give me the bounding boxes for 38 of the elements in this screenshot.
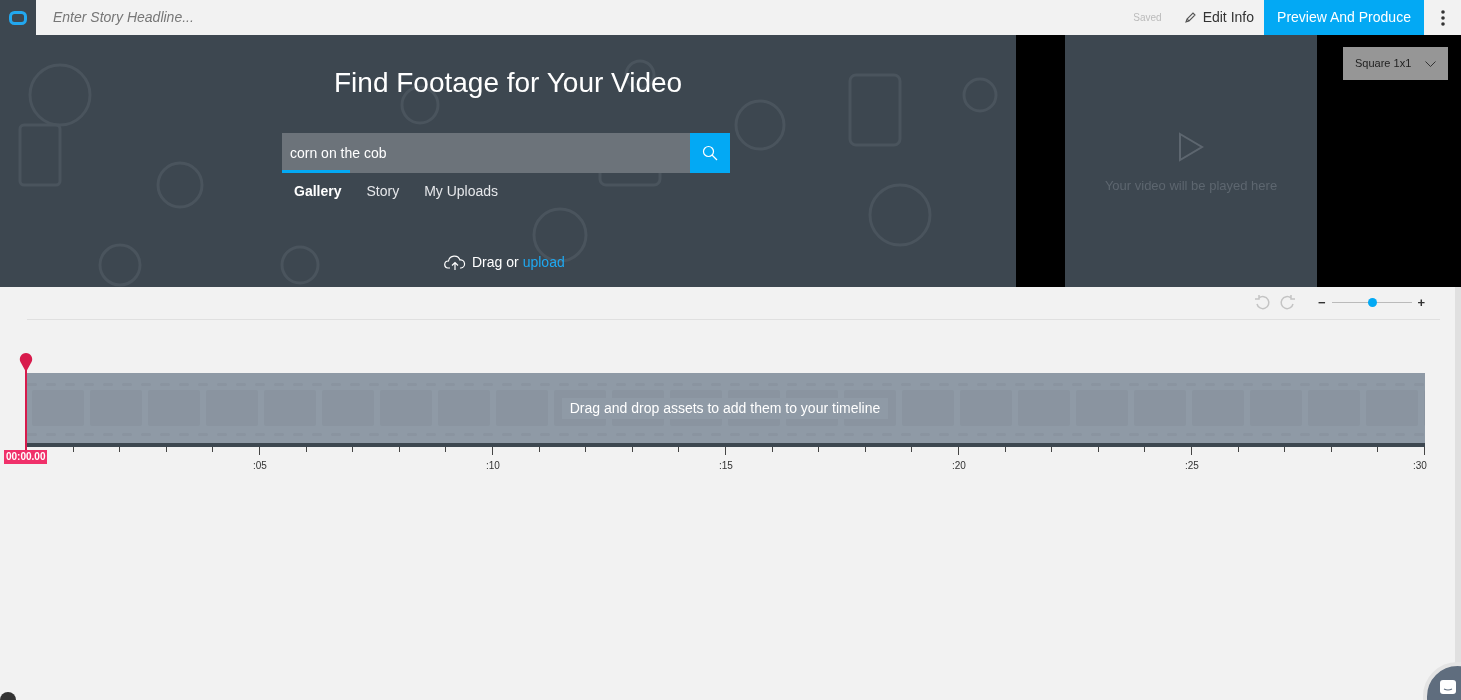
search-tab[interactable]: Gallery <box>294 181 342 202</box>
info-icon[interactable] <box>0 692 16 700</box>
more-icon <box>1440 9 1445 26</box>
search-tab[interactable]: My Uploads <box>424 181 499 202</box>
search-icon <box>702 145 718 161</box>
logo-tile[interactable] <box>0 0 36 35</box>
time-label: :05 <box>253 459 267 473</box>
time-label: :20 <box>952 459 966 473</box>
logo-icon <box>9 10 27 25</box>
headline-field[interactable]: Enter Story Headline... <box>53 0 653 35</box>
tab-underline <box>282 170 350 173</box>
search-field[interactable]: corn on the cob <box>282 133 690 173</box>
upload-link[interactable]: upload <box>522 252 565 273</box>
search-tab[interactable]: Story <box>366 181 400 202</box>
time-label: :10 <box>486 459 500 473</box>
playhead-pin-icon <box>19 352 33 372</box>
time-label: :25 <box>1185 459 1199 473</box>
redo-button[interactable] <box>1279 294 1296 311</box>
search-button[interactable] <box>690 133 730 173</box>
play-icon <box>1178 132 1204 162</box>
slider-thumb[interactable] <box>1367 298 1377 307</box>
aspect-dropdown[interactable]: Square 1x1 <box>1343 47 1448 80</box>
search-heading: Find Footage for Your Video <box>334 66 683 100</box>
time-label: :15 <box>719 459 733 473</box>
playhead-time: 00:00.00 <box>4 450 48 464</box>
drop-hint: Drag and drop assets to add them to your timeline <box>561 397 889 419</box>
undo-icon <box>1254 294 1271 311</box>
zoom-in-button[interactable]: + <box>1417 295 1426 309</box>
zoom-out-button[interactable]: − <box>1318 295 1326 309</box>
drag-label: Drag or <box>472 253 519 272</box>
edit-info-button[interactable]: Edit Info <box>1183 0 1254 35</box>
pencil-icon <box>1183 11 1197 24</box>
redo-icon <box>1279 294 1296 311</box>
time-label: :30 <box>1413 459 1427 473</box>
cloud-upload-icon <box>444 254 466 271</box>
undo-button[interactable] <box>1254 294 1271 311</box>
chat-icon <box>1440 680 1456 694</box>
chevron-down-icon <box>1425 60 1436 67</box>
